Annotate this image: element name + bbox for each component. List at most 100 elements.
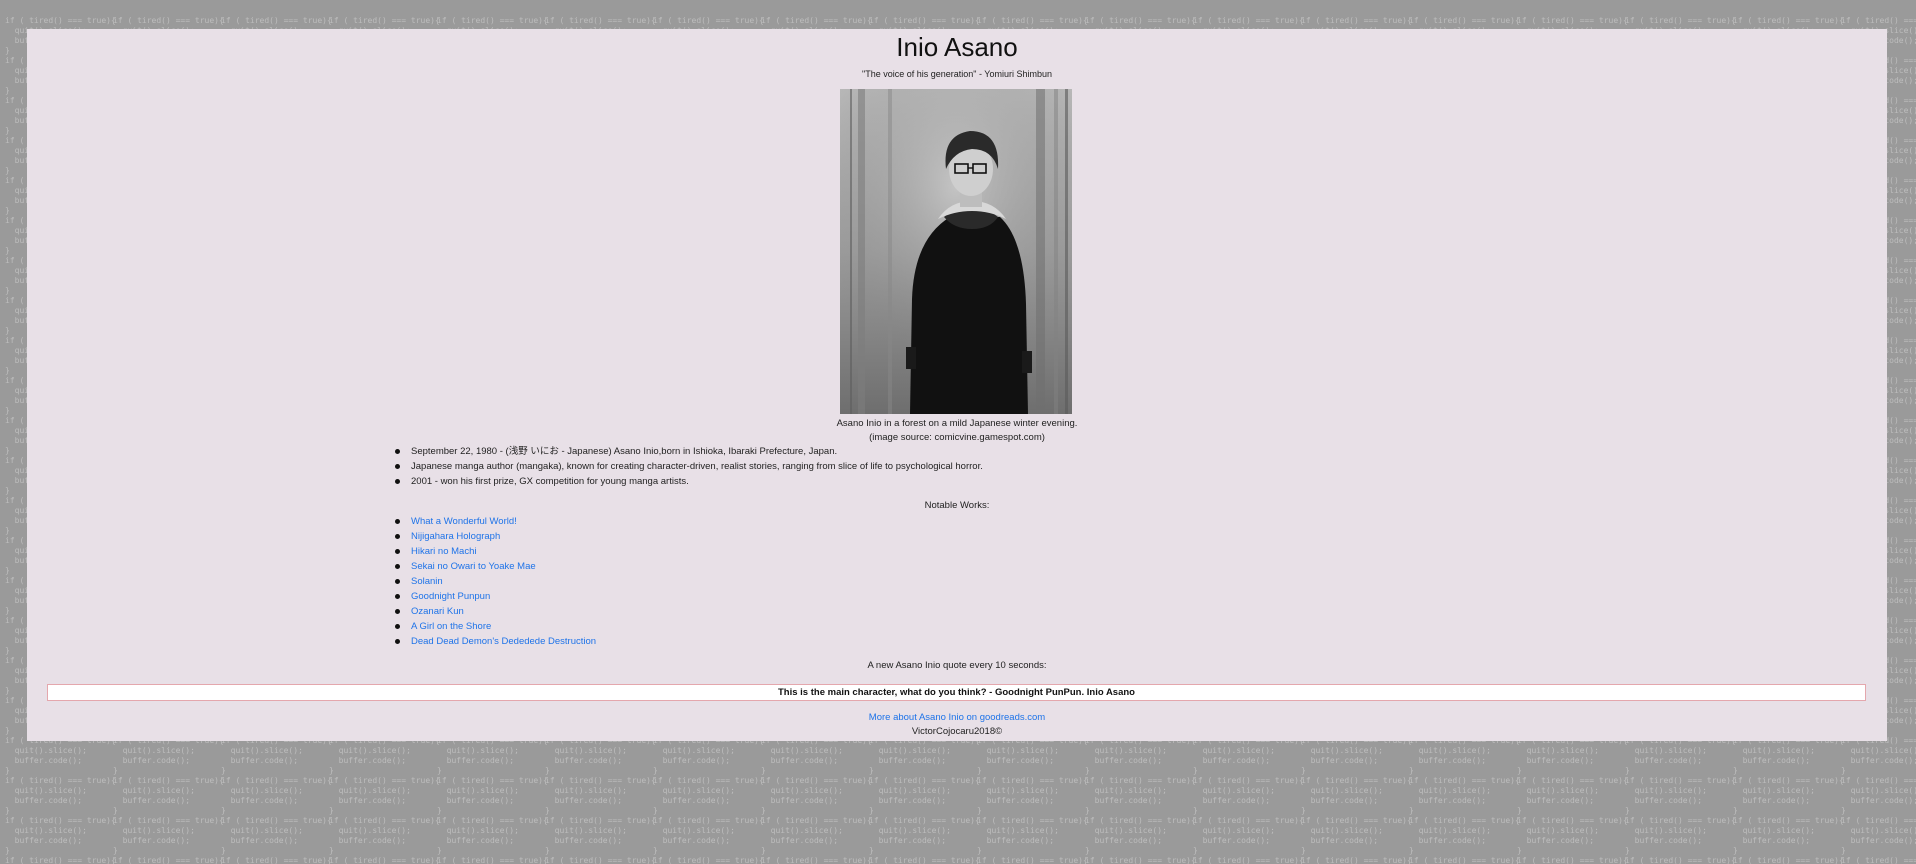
background-code-tile: if ( tired() === true){ quit().slice(); … xyxy=(1301,856,1412,864)
bio-fact: 2001 - won his first prize, GX competiti… xyxy=(385,474,983,489)
background-code-tile: if ( tired() === true){ quit().slice(); … xyxy=(653,856,764,864)
page-title: Inio Asano xyxy=(896,32,1018,62)
work-link[interactable]: Ozanari Kun xyxy=(411,606,464,617)
background-code-tile: if ( tired() === true){ quit().slice(); … xyxy=(653,736,764,775)
work-item: Hikari no Machi xyxy=(385,544,596,559)
background-code-tile: if ( tired() === true){ quit().slice(); … xyxy=(977,816,1088,855)
background-code-tile: if ( tired() === true){ quit().slice(); … xyxy=(5,856,116,864)
background-code-tile: if ( tired() === true){ quit().slice(); … xyxy=(1193,856,1304,864)
background-code-tile: if ( tired() === true){ quit().slice(); … xyxy=(653,776,764,815)
work-item: What a Wonderful World! xyxy=(385,514,596,529)
author-photo-image xyxy=(840,89,1072,414)
work-item: Dead Dead Demon's Dededede Destruction xyxy=(385,634,596,649)
background-code-tile: if ( tired() === true){ quit().slice(); … xyxy=(1733,856,1844,864)
background-code-tile: if ( tired() === true){ quit().slice(); … xyxy=(113,776,224,815)
background-code-tile: if ( tired() === true){ quit().slice(); … xyxy=(329,736,440,775)
work-link[interactable]: A Girl on the Shore xyxy=(411,621,491,632)
background-code-tile: if ( tired() === true){ quit().slice(); … xyxy=(329,816,440,855)
background-code-tile: if ( tired() === true){ quit().slice(); … xyxy=(437,856,548,864)
work-item: Solanin xyxy=(385,574,596,589)
work-link[interactable]: Nijigahara Holograph xyxy=(411,531,500,542)
background-code-tile: if ( tired() === true){ quit().slice(); … xyxy=(545,776,656,815)
more-info-row: More about Asano Inio on goodreads.com xyxy=(27,711,1887,725)
background-code-tile: if ( tired() === true){ quit().slice(); … xyxy=(5,736,116,775)
bio-fact: September 22, 1980 - (浅野 いにお - Japanese)… xyxy=(385,444,983,459)
background-code-tile: if ( tired() === true){ quit().slice(); … xyxy=(1517,856,1628,864)
background-code-tile: if ( tired() === true){ quit().slice(); … xyxy=(1841,816,1916,855)
background-code-tile: if ( tired() === true){ quit().slice(); … xyxy=(761,856,872,864)
background-code-tile: if ( tired() === true){ quit().slice(); … xyxy=(977,856,1088,864)
background-code-tile: if ( tired() === true){ quit().slice(); … xyxy=(653,816,764,855)
background-code-tile: if ( tired() === true){ quit().slice(); … xyxy=(1301,776,1412,815)
background-code-tile: if ( tired() === true){ quit().slice(); … xyxy=(5,816,116,855)
goodreads-link[interactable]: More about Asano Inio on goodreads.com xyxy=(869,712,1045,723)
work-link[interactable]: Dead Dead Demon's Dededede Destruction xyxy=(411,636,596,647)
notable-works-heading: Notable Works: xyxy=(924,500,990,511)
photo-caption: Asano Inio in a forest on a mild Japanes… xyxy=(27,417,1887,445)
background-code-tile: if ( tired() === true){ quit().slice(); … xyxy=(1625,736,1736,775)
work-link[interactable]: Solanin xyxy=(411,576,443,587)
background-code-tile: if ( tired() === true){ quit().slice(); … xyxy=(869,816,980,855)
background-code-tile: if ( tired() === true){ quit().slice(); … xyxy=(545,816,656,855)
background-code-tile: if ( tired() === true){ quit().slice(); … xyxy=(1733,776,1844,815)
notable-works-list: What a Wonderful World! Nijigahara Holog… xyxy=(385,514,596,649)
bio-facts-list: September 22, 1980 - (浅野 いにお - Japanese)… xyxy=(385,444,983,489)
photo-source: (image source: comicvine.gamespot.com) xyxy=(869,432,1045,443)
work-link[interactable]: Goodnight Punpun xyxy=(411,591,490,602)
background-code-tile: if ( tired() === true){ quit().slice(); … xyxy=(113,736,224,775)
background-code-tile: if ( tired() === true){ quit().slice(); … xyxy=(1193,736,1304,775)
background-code-tile: if ( tired() === true){ quit().slice(); … xyxy=(1193,816,1304,855)
background-code-tile: if ( tired() === true){ quit().slice(); … xyxy=(1301,816,1412,855)
work-item: Nijigahara Holograph xyxy=(385,529,596,544)
background-code-tile: if ( tired() === true){ quit().slice(); … xyxy=(1085,816,1196,855)
background-code-tile: if ( tired() === true){ quit().slice(); … xyxy=(113,816,224,855)
background-code-tile: if ( tired() === true){ quit().slice(); … xyxy=(761,816,872,855)
work-link[interactable]: Hikari no Machi xyxy=(411,546,476,557)
background-code-tile: if ( tired() === true){ quit().slice(); … xyxy=(1409,736,1520,775)
background-code-tile: if ( tired() === true){ quit().slice(); … xyxy=(221,776,332,815)
quote-heading: A new Asano Inio quote every 10 seconds: xyxy=(867,660,1047,671)
background-code-tile: if ( tired() === true){ quit().slice(); … xyxy=(1085,776,1196,815)
author-photo xyxy=(840,89,1072,414)
work-item: Sekai no Owari to Yoake Mae xyxy=(385,559,596,574)
background-code-tile: if ( tired() === true){ quit().slice(); … xyxy=(1625,816,1736,855)
background-code-tile: if ( tired() === true){ quit().slice(); … xyxy=(1085,856,1196,864)
work-link[interactable]: What a Wonderful World! xyxy=(411,516,517,527)
background-code-tile: if ( tired() === true){ quit().slice(); … xyxy=(1085,736,1196,775)
background-code-tile: if ( tired() === true){ quit().slice(); … xyxy=(1733,736,1844,775)
background-code-tile: if ( tired() === true){ quit().slice(); … xyxy=(545,856,656,864)
background-code-tile: if ( tired() === true){ quit().slice(); … xyxy=(761,776,872,815)
background-code-tile: if ( tired() === true){ quit().slice(); … xyxy=(113,856,224,864)
background-code-tile: if ( tired() === true){ quit().slice(); … xyxy=(1517,816,1628,855)
background-code-tile: if ( tired() === true){ quit().slice(); … xyxy=(1409,816,1520,855)
work-link[interactable]: Sekai no Owari to Yoake Mae xyxy=(411,561,536,572)
footer-credit: VictorCojocaru2018© xyxy=(911,726,1003,737)
background-code-tile: if ( tired() === true){ quit().slice(); … xyxy=(221,856,332,864)
background-code-tile: if ( tired() === true){ quit().slice(); … xyxy=(1517,736,1628,775)
background-code-tile: if ( tired() === true){ quit().slice(); … xyxy=(329,776,440,815)
background-code-tile: if ( tired() === true){ quit().slice(); … xyxy=(437,776,548,815)
background-code-tile: if ( tired() === true){ quit().slice(); … xyxy=(437,736,548,775)
background-code-tile: if ( tired() === true){ quit().slice(); … xyxy=(869,736,980,775)
work-item: Ozanari Kun xyxy=(385,604,596,619)
background-code-tile: if ( tired() === true){ quit().slice(); … xyxy=(1409,856,1520,864)
background-code-tile: if ( tired() === true){ quit().slice(); … xyxy=(977,776,1088,815)
work-item: Goodnight Punpun xyxy=(385,589,596,604)
background-code-tile: if ( tired() === true){ quit().slice(); … xyxy=(1841,856,1916,864)
background-code-tile: if ( tired() === true){ quit().slice(); … xyxy=(761,736,872,775)
tagline: "The voice of his generation" - Yomiuri … xyxy=(862,69,1052,79)
background-code-tile: if ( tired() === true){ quit().slice(); … xyxy=(221,736,332,775)
background-code-tile: if ( tired() === true){ quit().slice(); … xyxy=(545,736,656,775)
background-code-tile: if ( tired() === true){ quit().slice(); … xyxy=(5,776,116,815)
background-code-tile: if ( tired() === true){ quit().slice(); … xyxy=(1409,776,1520,815)
background-code-tile: if ( tired() === true){ quit().slice(); … xyxy=(1841,736,1916,775)
background-code-tile: if ( tired() === true){ quit().slice(); … xyxy=(1733,816,1844,855)
background-code-tile: if ( tired() === true){ quit().slice(); … xyxy=(221,816,332,855)
background-code-tile: if ( tired() === true){ quit().slice(); … xyxy=(1193,776,1304,815)
background-code-tile: if ( tired() === true){ quit().slice(); … xyxy=(1517,776,1628,815)
background-code-tile: if ( tired() === true){ quit().slice(); … xyxy=(1841,776,1916,815)
background-code-tile: if ( tired() === true){ quit().slice(); … xyxy=(977,736,1088,775)
background-code-tile: if ( tired() === true){ quit().slice(); … xyxy=(869,776,980,815)
background-code-tile: if ( tired() === true){ quit().slice(); … xyxy=(1301,736,1412,775)
work-item: A Girl on the Shore xyxy=(385,619,596,634)
